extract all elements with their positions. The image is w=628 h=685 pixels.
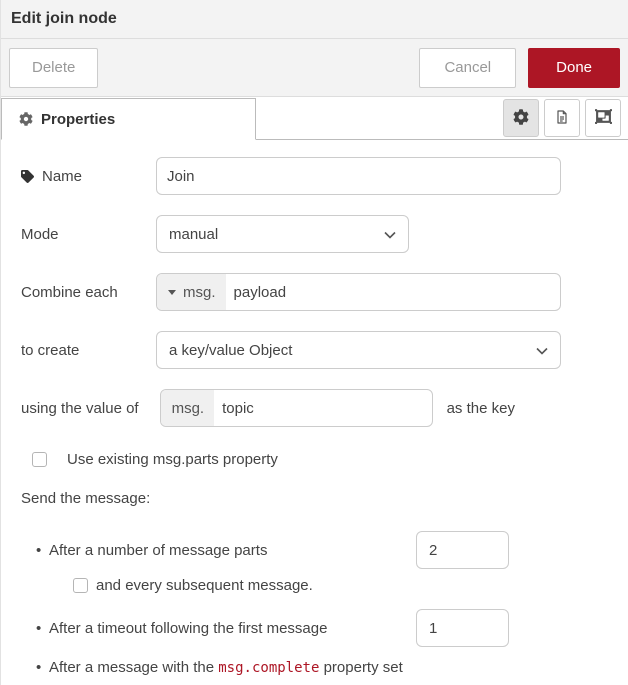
done-button[interactable]: Done [528, 48, 620, 88]
count-trigger-label: After a number of message parts [49, 542, 267, 559]
create-row: to create a key/value Object [21, 331, 608, 369]
create-select-value: a key/value Object [169, 342, 292, 359]
combine-type-label: msg. [183, 284, 216, 301]
timeout-trigger-label: After a timeout following the first mess… [49, 620, 327, 637]
gear-icon [513, 109, 529, 128]
appearance-tab-button[interactable] [585, 99, 621, 137]
chevron-down-icon [384, 226, 396, 243]
combine-label: Combine each [21, 284, 156, 301]
name-row: Name [21, 157, 608, 195]
tag-icon [21, 170, 34, 183]
key-value-input[interactable] [214, 390, 431, 426]
key-typed-input: msg. [160, 389, 433, 427]
combine-row: Combine each msg. [21, 273, 608, 311]
tab-icon-buttons [503, 99, 621, 137]
key-type-label: msg. [172, 400, 205, 417]
name-label: Name [21, 168, 156, 185]
cancel-button[interactable]: Cancel [419, 48, 516, 88]
edit-node-dialog: Edit join node Delete Cancel Done Proper… [0, 0, 628, 685]
complete-text-before: After a message with the [49, 659, 218, 676]
key-label: using the value of [21, 400, 139, 417]
key-row: using the value of msg. as the key [21, 389, 608, 427]
properties-tab-button[interactable] [503, 99, 539, 137]
timeout-trigger-item: After a timeout following the first mess… [21, 609, 608, 647]
tab-properties-label: Properties [41, 111, 115, 128]
mode-row: Mode manual [21, 215, 608, 253]
count-input[interactable] [416, 531, 509, 569]
tab-properties[interactable]: Properties [1, 98, 256, 140]
description-tab-button[interactable] [544, 99, 580, 137]
dialog-toolbar: Delete Cancel Done [1, 39, 628, 97]
send-message-heading: Send the message: [21, 490, 608, 507]
combine-type-button[interactable]: msg. [157, 274, 226, 310]
caret-down-icon [168, 290, 176, 295]
msg-complete-code: msg.complete [218, 660, 319, 676]
dialog-title: Edit join node [11, 10, 117, 28]
complete-text-after: property set [319, 659, 402, 676]
use-parts-checkbox[interactable] [32, 452, 47, 467]
tab-bar: Properties [1, 97, 628, 140]
create-select[interactable]: a key/value Object [156, 331, 561, 369]
object-group-icon [595, 108, 612, 128]
mode-select-value: manual [169, 226, 218, 243]
document-icon [554, 109, 570, 128]
mode-label: Mode [21, 226, 156, 243]
timeout-input[interactable] [416, 609, 509, 647]
gear-icon [19, 112, 33, 126]
subsequent-checkbox[interactable] [73, 578, 88, 593]
key-suffix-text: as the key [447, 400, 515, 417]
name-input[interactable] [156, 157, 561, 195]
count-trigger-item: After a number of message parts [21, 531, 608, 569]
use-parts-label: Use existing msg.parts property [67, 451, 278, 468]
combine-value-input[interactable] [226, 274, 560, 310]
create-label: to create [21, 342, 156, 359]
dialog-body: Name Mode manual Combine each msg. [1, 140, 628, 676]
combine-typed-input: msg. [156, 273, 561, 311]
chevron-down-icon [536, 342, 548, 359]
use-parts-row: Use existing msg.parts property [32, 451, 608, 468]
mode-select[interactable]: manual [156, 215, 409, 253]
subsequent-row: and every subsequent message. [73, 577, 608, 594]
key-type-button[interactable]: msg. [161, 390, 215, 426]
subsequent-label: and every subsequent message. [96, 577, 313, 594]
name-label-text: Name [42, 168, 82, 185]
delete-button[interactable]: Delete [9, 48, 98, 88]
complete-trigger-item: After a message with the msg.complete pr… [21, 659, 608, 676]
trigger-list: After a number of message parts and ever… [21, 531, 608, 676]
dialog-header: Edit join node [1, 0, 628, 39]
